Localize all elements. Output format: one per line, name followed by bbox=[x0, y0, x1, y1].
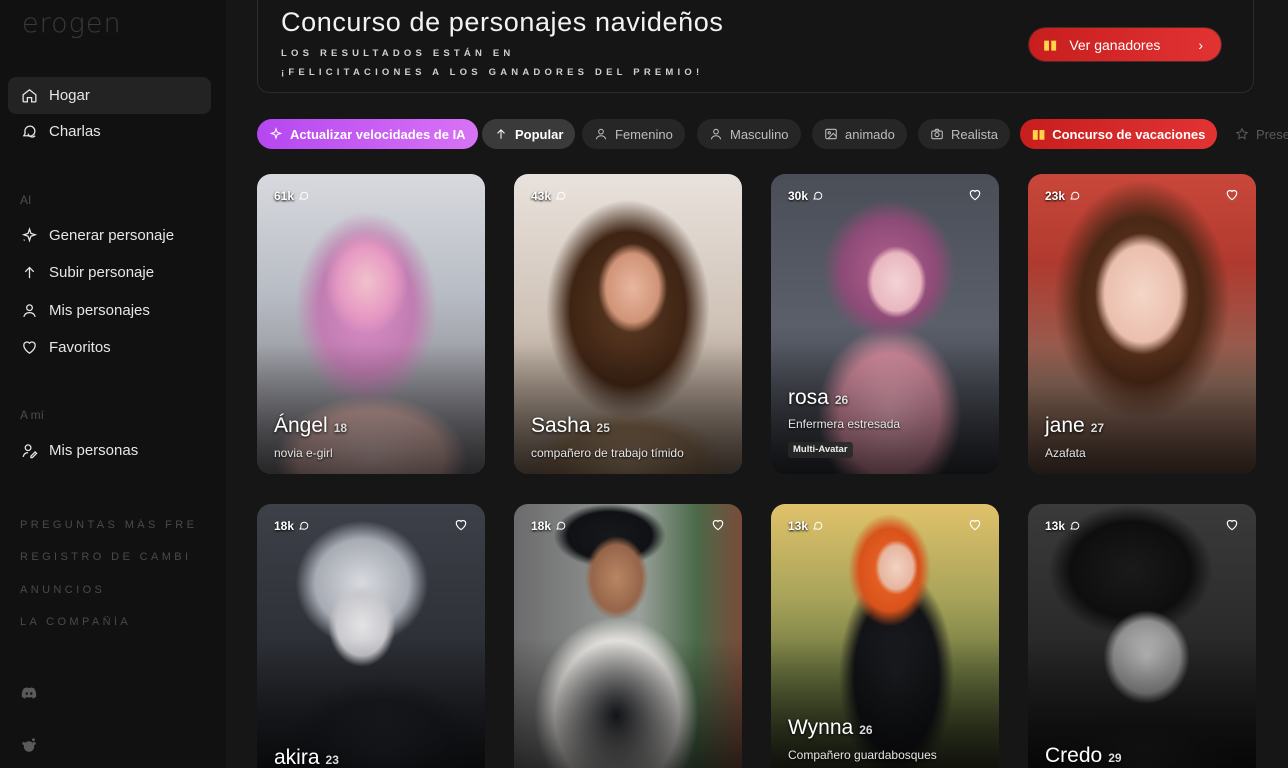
chat-count: 18k bbox=[531, 519, 567, 533]
user-icon bbox=[594, 127, 608, 141]
sidebar-item-hogar[interactable]: Hogar bbox=[8, 77, 211, 114]
filter-animado[interactable]: animado bbox=[812, 119, 907, 149]
chat-count: 18k bbox=[274, 519, 310, 533]
banner-title: Concurso de personajes navideños bbox=[281, 7, 724, 37]
character-description: Azafata bbox=[1045, 446, 1086, 460]
favorite-heart-icon[interactable] bbox=[454, 518, 468, 532]
character-card-angel[interactable]: 61k Ángel 18 novia e-girl bbox=[257, 174, 485, 474]
chat-count: 61k bbox=[274, 189, 310, 203]
sparkle-icon bbox=[20, 227, 38, 245]
character-description: Compañero guardabosques bbox=[788, 748, 937, 762]
character-card-sasha[interactable]: 43k Sasha 25 compañero de trabajo tímido bbox=[514, 174, 742, 474]
filter-label: Actualizar velocidades de IA bbox=[290, 126, 466, 142]
footer-link-company[interactable]: LA COMPAÑÍA bbox=[20, 616, 220, 628]
filter-femenino[interactable]: Femenino bbox=[582, 119, 685, 149]
character-card-akira[interactable]: 18k akira 23 bbox=[257, 504, 485, 768]
filter-realista[interactable]: Realista bbox=[918, 119, 1010, 149]
sidebar-item-label: Generar personaje bbox=[49, 227, 175, 244]
filter-prese[interactable]: Prese bbox=[1235, 119, 1288, 149]
character-description: compañero de trabajo tímido bbox=[531, 446, 684, 460]
camera-icon bbox=[930, 127, 944, 141]
heart-icon bbox=[20, 339, 38, 357]
sidebar-item-label: Mis personas bbox=[49, 442, 139, 459]
filter-label: Prese bbox=[1256, 126, 1288, 142]
sidebar-item-label: Hogar bbox=[49, 87, 90, 104]
character-description: Enfermera estresada bbox=[788, 417, 901, 431]
section-label-me: A mí bbox=[20, 408, 45, 422]
sidebar-item-generar-personaje[interactable]: Generar personaje bbox=[8, 217, 211, 254]
footer-link-changelog[interactable]: REGISTRO DE CAMBI bbox=[20, 551, 220, 563]
chat-count: 23k bbox=[1045, 189, 1081, 203]
card-shade bbox=[514, 638, 742, 768]
view-winners-button[interactable]: ▮▮ Ver ganadores › bbox=[1029, 28, 1221, 61]
multi-avatar-badge: Multi-Avatar bbox=[788, 442, 853, 458]
sidebar: erogen Hogar Charlas AI Generar personaj… bbox=[0, 0, 226, 768]
character-name: jane 27 bbox=[1045, 414, 1105, 437]
filter-label: Femenino bbox=[615, 126, 673, 142]
character-card-jane[interactable]: 23k jane 27 Azafata bbox=[1028, 174, 1256, 474]
sidebar-item-label: Charlas bbox=[49, 123, 101, 140]
sidebar-item-label: Subir personaje bbox=[49, 264, 155, 281]
discord-icon[interactable] bbox=[20, 684, 38, 702]
banner-subtitle-1: LOS RESULTADOS ESTÁN EN bbox=[281, 48, 515, 59]
sidebar-item-mis-personas[interactable]: Mis personas bbox=[8, 432, 211, 469]
filter-label: Masculino bbox=[730, 126, 789, 142]
character-card-rosa[interactable]: 30k rosa 26 Enfermera estresada Multi-Ava… bbox=[771, 174, 999, 474]
filter-label: Popular bbox=[515, 126, 564, 142]
character-name: akira 23 bbox=[274, 746, 339, 768]
upload-icon bbox=[20, 264, 38, 282]
image-icon bbox=[824, 127, 838, 141]
chat-count: 13k bbox=[1045, 519, 1081, 533]
character-card-chef[interactable]: 18k bbox=[514, 504, 742, 768]
favorite-heart-icon[interactable] bbox=[968, 188, 982, 202]
home-icon bbox=[20, 87, 38, 105]
chat-count: 13k bbox=[788, 519, 824, 533]
filter-masculino[interactable]: Masculino bbox=[697, 119, 801, 149]
filter-label: Concurso de vacaciones bbox=[1052, 126, 1206, 142]
logo[interactable]: erogen bbox=[22, 8, 122, 39]
character-name: rosa 26 bbox=[788, 386, 849, 409]
chevron-right-icon: › bbox=[1198, 36, 1203, 53]
chat-icon bbox=[20, 123, 38, 141]
footer-link-announcements[interactable]: ANUNCIOS bbox=[20, 584, 220, 596]
sidebar-item-label: Mis personajes bbox=[49, 302, 150, 319]
favorite-heart-icon[interactable] bbox=[711, 518, 725, 532]
user-icon bbox=[709, 127, 723, 141]
favorite-heart-icon[interactable] bbox=[968, 518, 982, 532]
section-label-ai: AI bbox=[20, 193, 32, 207]
sidebar-item-favoritos[interactable]: Favoritos bbox=[8, 329, 211, 366]
filter-vacation-contest[interactable]: ▮▮ Concurso de vacaciones bbox=[1020, 119, 1218, 149]
sidebar-item-charlas[interactable]: Charlas bbox=[8, 113, 211, 150]
filter-ai-speed[interactable]: Actualizar velocidades de IA bbox=[257, 119, 478, 149]
contest-banner: Concurso de personajes navideños LOS RES… bbox=[257, 0, 1254, 93]
persona-icon bbox=[20, 442, 38, 460]
gift-icon: ▮▮ bbox=[1032, 127, 1046, 141]
gift-icon: ▮▮ bbox=[1043, 36, 1058, 52]
sidebar-item-label: Favoritos bbox=[49, 339, 111, 356]
sidebar-item-subir-personaje[interactable]: Subir personaje bbox=[8, 254, 211, 291]
character-description: novia e-girl bbox=[274, 446, 333, 460]
filter-popular[interactable]: Popular bbox=[482, 119, 576, 149]
character-card-credo[interactable]: 13k Credo 29 bbox=[1028, 504, 1256, 768]
view-winners-label: Ver ganadores bbox=[1069, 36, 1161, 53]
favorite-heart-icon[interactable] bbox=[1225, 518, 1239, 532]
filter-label: Realista bbox=[951, 126, 998, 142]
favorite-heart-icon[interactable] bbox=[1225, 188, 1239, 202]
arrow-up-icon bbox=[494, 127, 508, 141]
character-name: Sasha 25 bbox=[531, 414, 610, 437]
chat-count: 30k bbox=[788, 189, 824, 203]
sidebar-item-mis-personajes[interactable]: Mis personajes bbox=[8, 292, 211, 329]
character-name: Credo 29 bbox=[1045, 744, 1122, 767]
chat-count: 43k bbox=[531, 189, 567, 203]
character-name: Wynna 26 bbox=[788, 716, 873, 739]
character-card-wynna[interactable]: 13k Wynna 26 Compañero guardabosques bbox=[771, 504, 999, 768]
footer-link-faq[interactable]: PREGUNTAS MÁS FRE bbox=[20, 519, 220, 531]
banner-subtitle-2: ¡FELICITACIONES A LOS GANADORES DEL PREM… bbox=[281, 67, 704, 78]
character-name: Ángel 18 bbox=[274, 414, 348, 437]
filter-label: animado bbox=[845, 126, 895, 142]
reddit-icon[interactable] bbox=[20, 736, 38, 754]
user-icon bbox=[20, 302, 38, 320]
sparkle-icon bbox=[269, 127, 283, 141]
star-icon bbox=[1235, 127, 1249, 141]
